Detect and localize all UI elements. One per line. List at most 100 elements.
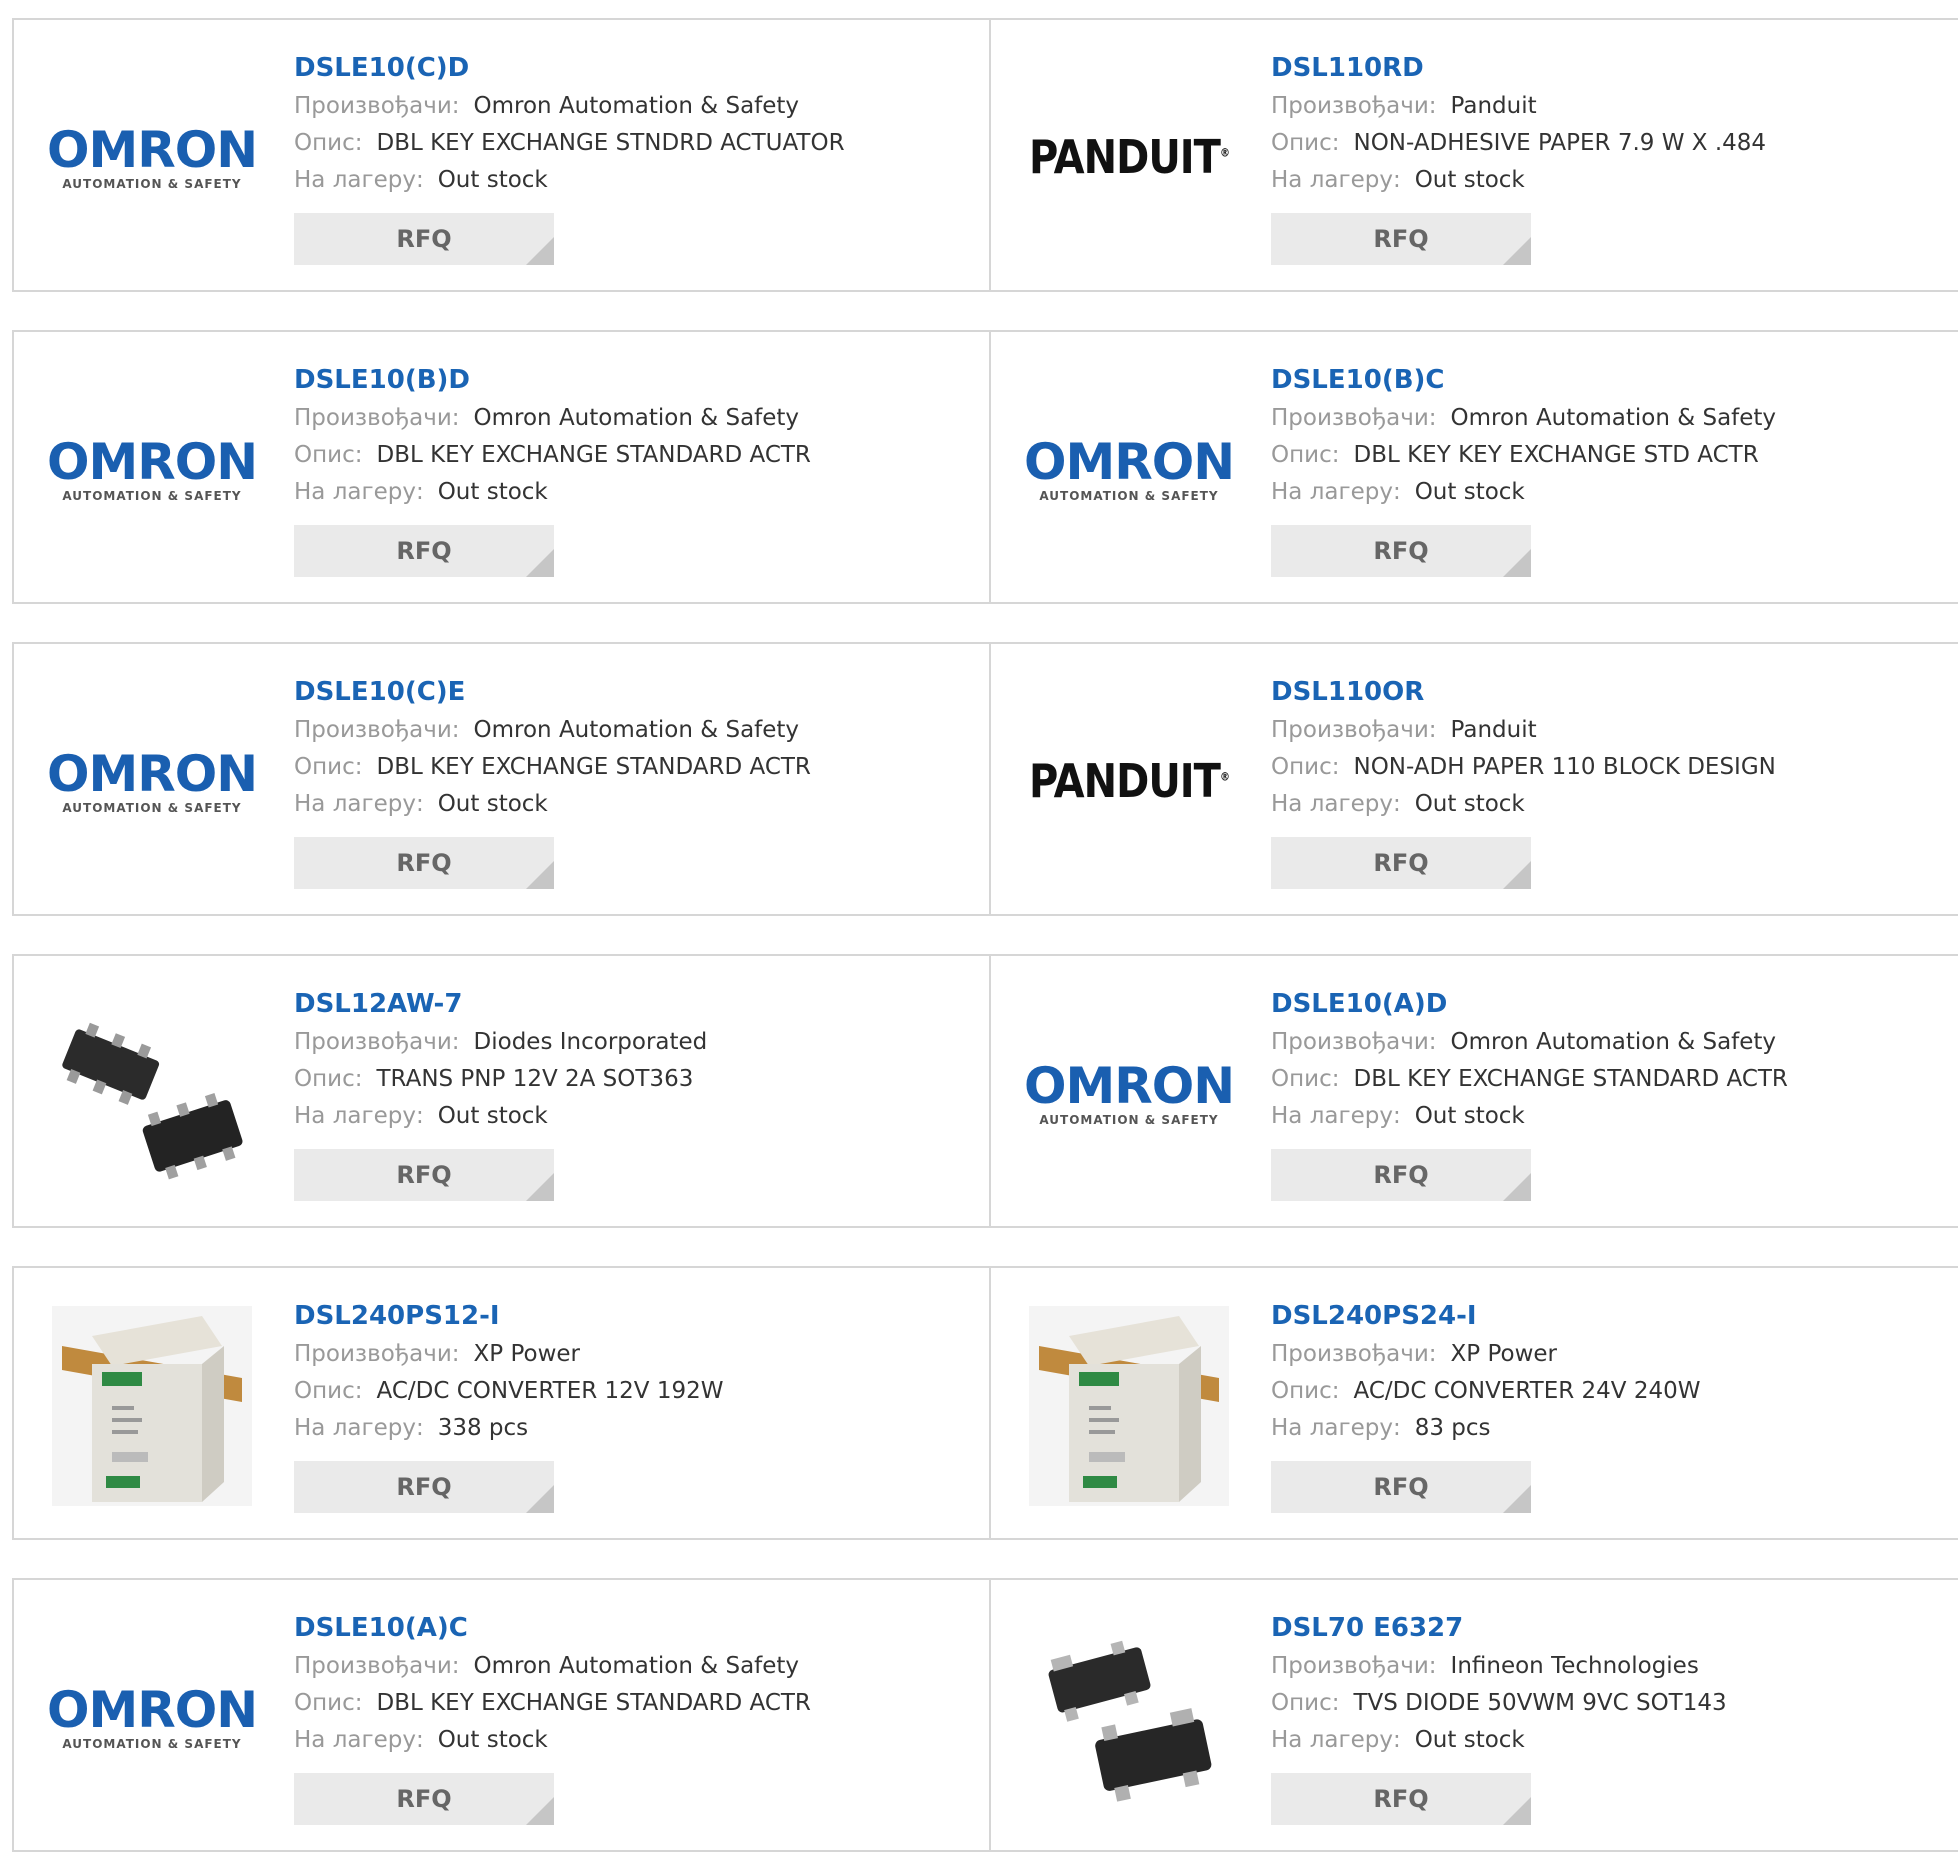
product-card: OMRON AUTOMATION & SAFETY DSLE10(B)D Про… <box>14 332 991 602</box>
stock-line: На лагеру: Out stock <box>294 786 811 823</box>
product-card: OMRON AUTOMATION & SAFETY DSLE10(C)E Про… <box>14 644 991 914</box>
product-card: PANDUIT® DSL110RD Произвођачи: Panduit Оп… <box>991 20 1958 290</box>
rfq-button[interactable]: RFQ <box>1271 1461 1531 1513</box>
product-card: PANDUIT® DSL110OR Произвођачи: Panduit Оп… <box>991 644 1958 914</box>
stock-value: Out stock <box>437 1727 548 1753</box>
rfq-button[interactable]: RFQ <box>294 837 554 889</box>
description-line: Опис: AC/DC CONVERTER 24V 240W <box>1271 1373 1700 1410</box>
manufacturer-line: Произвођачи: Infineon Technologies <box>1271 1648 1727 1685</box>
part-number-link[interactable]: DSLE10(A)D <box>1271 984 1788 1024</box>
rfq-button[interactable]: RFQ <box>294 213 554 265</box>
part-number-link[interactable]: DSLE10(C)D <box>294 48 845 88</box>
description-value: DBL KEY EXCHANGE STANDARD ACTR <box>376 754 811 780</box>
manufacturer-line: Произвођачи: Omron Automation & Safety <box>294 1648 811 1685</box>
product-image[interactable]: OMRON AUTOMATION & SAFETY <box>47 1618 258 1818</box>
description-value: DBL KEY EXCHANGE STANDARD ACTR <box>376 1690 811 1716</box>
part-number-link[interactable]: DSLE10(C)E <box>294 672 811 712</box>
description-line: Опис: AC/DC CONVERTER 12V 192W <box>294 1373 723 1410</box>
rfq-button[interactable]: RFQ <box>1271 1149 1531 1201</box>
stock-line: На лагеру: Out stock <box>1271 162 1766 199</box>
stock-value: Out stock <box>1414 167 1525 193</box>
product-row: OMRON AUTOMATION & SAFETY DSLE10(A)C Про… <box>12 1578 1958 1852</box>
description-line: Опис: DBL KEY KEY EXCHANGE STD ACTR <box>1271 437 1776 474</box>
part-number-link[interactable]: DSLE10(B)C <box>1271 360 1776 400</box>
description-label: Опис: <box>294 1066 363 1092</box>
corner-triangle-icon <box>1503 1797 1531 1825</box>
product-image[interactable]: PANDUIT® <box>1029 58 1230 258</box>
part-number-link[interactable]: DSL110OR <box>1271 672 1776 712</box>
rfq-button[interactable]: RFQ <box>294 1149 554 1201</box>
rfq-button[interactable]: RFQ <box>294 525 554 577</box>
product-image[interactable] <box>1029 1306 1229 1506</box>
product-card: DSL240PS24-I Произвођачи: XP Power Опис: A… <box>991 1268 1958 1538</box>
manufacturer-line: Произвођачи: XP Power <box>294 1336 723 1373</box>
description-line: Опис: DBL KEY EXCHANGE STNDRD ACTUATOR <box>294 125 845 162</box>
omron-logo: OMRON AUTOMATION & SAFETY <box>46 745 258 815</box>
sot363-package-photo <box>62 1022 243 1180</box>
description-label: Опис: <box>1271 1690 1340 1716</box>
product-info: DSLE10(C)D Произвођачи: Omron Automation … <box>294 48 845 265</box>
manufacturer-value: XP Power <box>1450 1341 1558 1367</box>
part-number-link[interactable]: DSL240PS24-I <box>1271 1296 1700 1336</box>
part-number-link[interactable]: DSL12AW-7 <box>294 984 707 1024</box>
description-label: Опис: <box>1271 442 1340 468</box>
product-image[interactable]: OMRON AUTOMATION & SAFETY <box>47 58 258 258</box>
stock-label: На лагеру: <box>294 791 424 817</box>
stock-label: На лагеру: <box>294 167 424 193</box>
rfq-button[interactable]: RFQ <box>1271 525 1531 577</box>
product-card: DSL12AW-7 Произвођачи: Diodes Incorporate… <box>14 956 991 1226</box>
stock-line: На лагеру: Out stock <box>1271 474 1776 511</box>
power-supply-photo <box>1029 1306 1229 1506</box>
manufacturer-label: Произвођачи: <box>1271 1029 1437 1055</box>
stock-line: На лагеру: Out stock <box>1271 786 1776 823</box>
corner-triangle-icon <box>526 237 554 265</box>
description-value: DBL KEY EXCHANGE STANDARD ACTR <box>1353 1066 1788 1092</box>
manufacturer-value: Omron Automation & Safety <box>473 93 800 119</box>
product-image[interactable]: OMRON AUTOMATION & SAFETY <box>47 370 258 570</box>
rfq-button[interactable]: RFQ <box>1271 213 1531 265</box>
corner-triangle-icon <box>526 861 554 889</box>
description-label: Опис: <box>1271 754 1340 780</box>
stock-value: 338 pcs <box>437 1415 529 1441</box>
product-image[interactable]: OMRON AUTOMATION & SAFETY <box>1024 994 1235 1194</box>
rfq-label: RFQ <box>396 1473 452 1501</box>
corner-triangle-icon <box>1503 549 1531 577</box>
rfq-button[interactable]: RFQ <box>294 1773 554 1825</box>
rfq-label: RFQ <box>1373 1785 1429 1813</box>
omron-logo: OMRON AUTOMATION & SAFETY <box>1023 433 1235 503</box>
product-image[interactable]: OMRON AUTOMATION & SAFETY <box>1024 370 1235 570</box>
product-image[interactable] <box>1029 1618 1229 1818</box>
product-card: OMRON AUTOMATION & SAFETY DSLE10(A)D Про… <box>991 956 1958 1226</box>
manufacturer-line: Произвођачи: Omron Automation & Safety <box>1271 400 1776 437</box>
manufacturer-line: Произвођачи: Omron Automation & Safety <box>294 88 845 125</box>
product-card: OMRON AUTOMATION & SAFETY DSLE10(B)C Про… <box>991 332 1958 602</box>
product-row: OMRON AUTOMATION & SAFETY DSLE10(B)D Про… <box>12 330 1958 604</box>
description-line: Опис: TVS DIODE 50VWM 9VC SOT143 <box>1271 1685 1727 1722</box>
stock-line: На лагеру: Out stock <box>294 162 845 199</box>
part-number-link[interactable]: DSLE10(A)C <box>294 1608 811 1648</box>
product-row: OMRON AUTOMATION & SAFETY DSLE10(C)E Про… <box>12 642 1958 916</box>
stock-value: 83 pcs <box>1414 1415 1491 1441</box>
manufacturer-label: Произвођачи: <box>1271 1341 1437 1367</box>
part-number-link[interactable]: DSLE10(B)D <box>294 360 811 400</box>
product-info: DSLE10(B)D Произвођачи: Omron Automation … <box>294 360 811 577</box>
rfq-label: RFQ <box>1373 849 1429 877</box>
rfq-button[interactable]: RFQ <box>1271 837 1531 889</box>
part-number-link[interactable]: DSL110RD <box>1271 48 1766 88</box>
rfq-button[interactable]: RFQ <box>1271 1773 1531 1825</box>
rfq-label: RFQ <box>396 849 452 877</box>
product-image[interactable]: OMRON AUTOMATION & SAFETY <box>47 682 258 882</box>
stock-value: Out stock <box>1414 1727 1525 1753</box>
stock-label: На лагеру: <box>1271 167 1401 193</box>
product-image[interactable]: PANDUIT® <box>1029 682 1230 882</box>
product-image[interactable] <box>52 1306 252 1506</box>
stock-value: Out stock <box>437 791 548 817</box>
panduit-logo: PANDUIT® <box>1029 131 1230 185</box>
part-number-link[interactable]: DSL70 E6327 <box>1271 1608 1727 1648</box>
product-image[interactable] <box>52 994 252 1194</box>
rfq-button[interactable]: RFQ <box>294 1461 554 1513</box>
part-number-link[interactable]: DSL240PS12-I <box>294 1296 723 1336</box>
manufacturer-line: Произвођачи: XP Power <box>1271 1336 1700 1373</box>
manufacturer-label: Произвођачи: <box>294 405 460 431</box>
manufacturer-value: XP Power <box>473 1341 581 1367</box>
